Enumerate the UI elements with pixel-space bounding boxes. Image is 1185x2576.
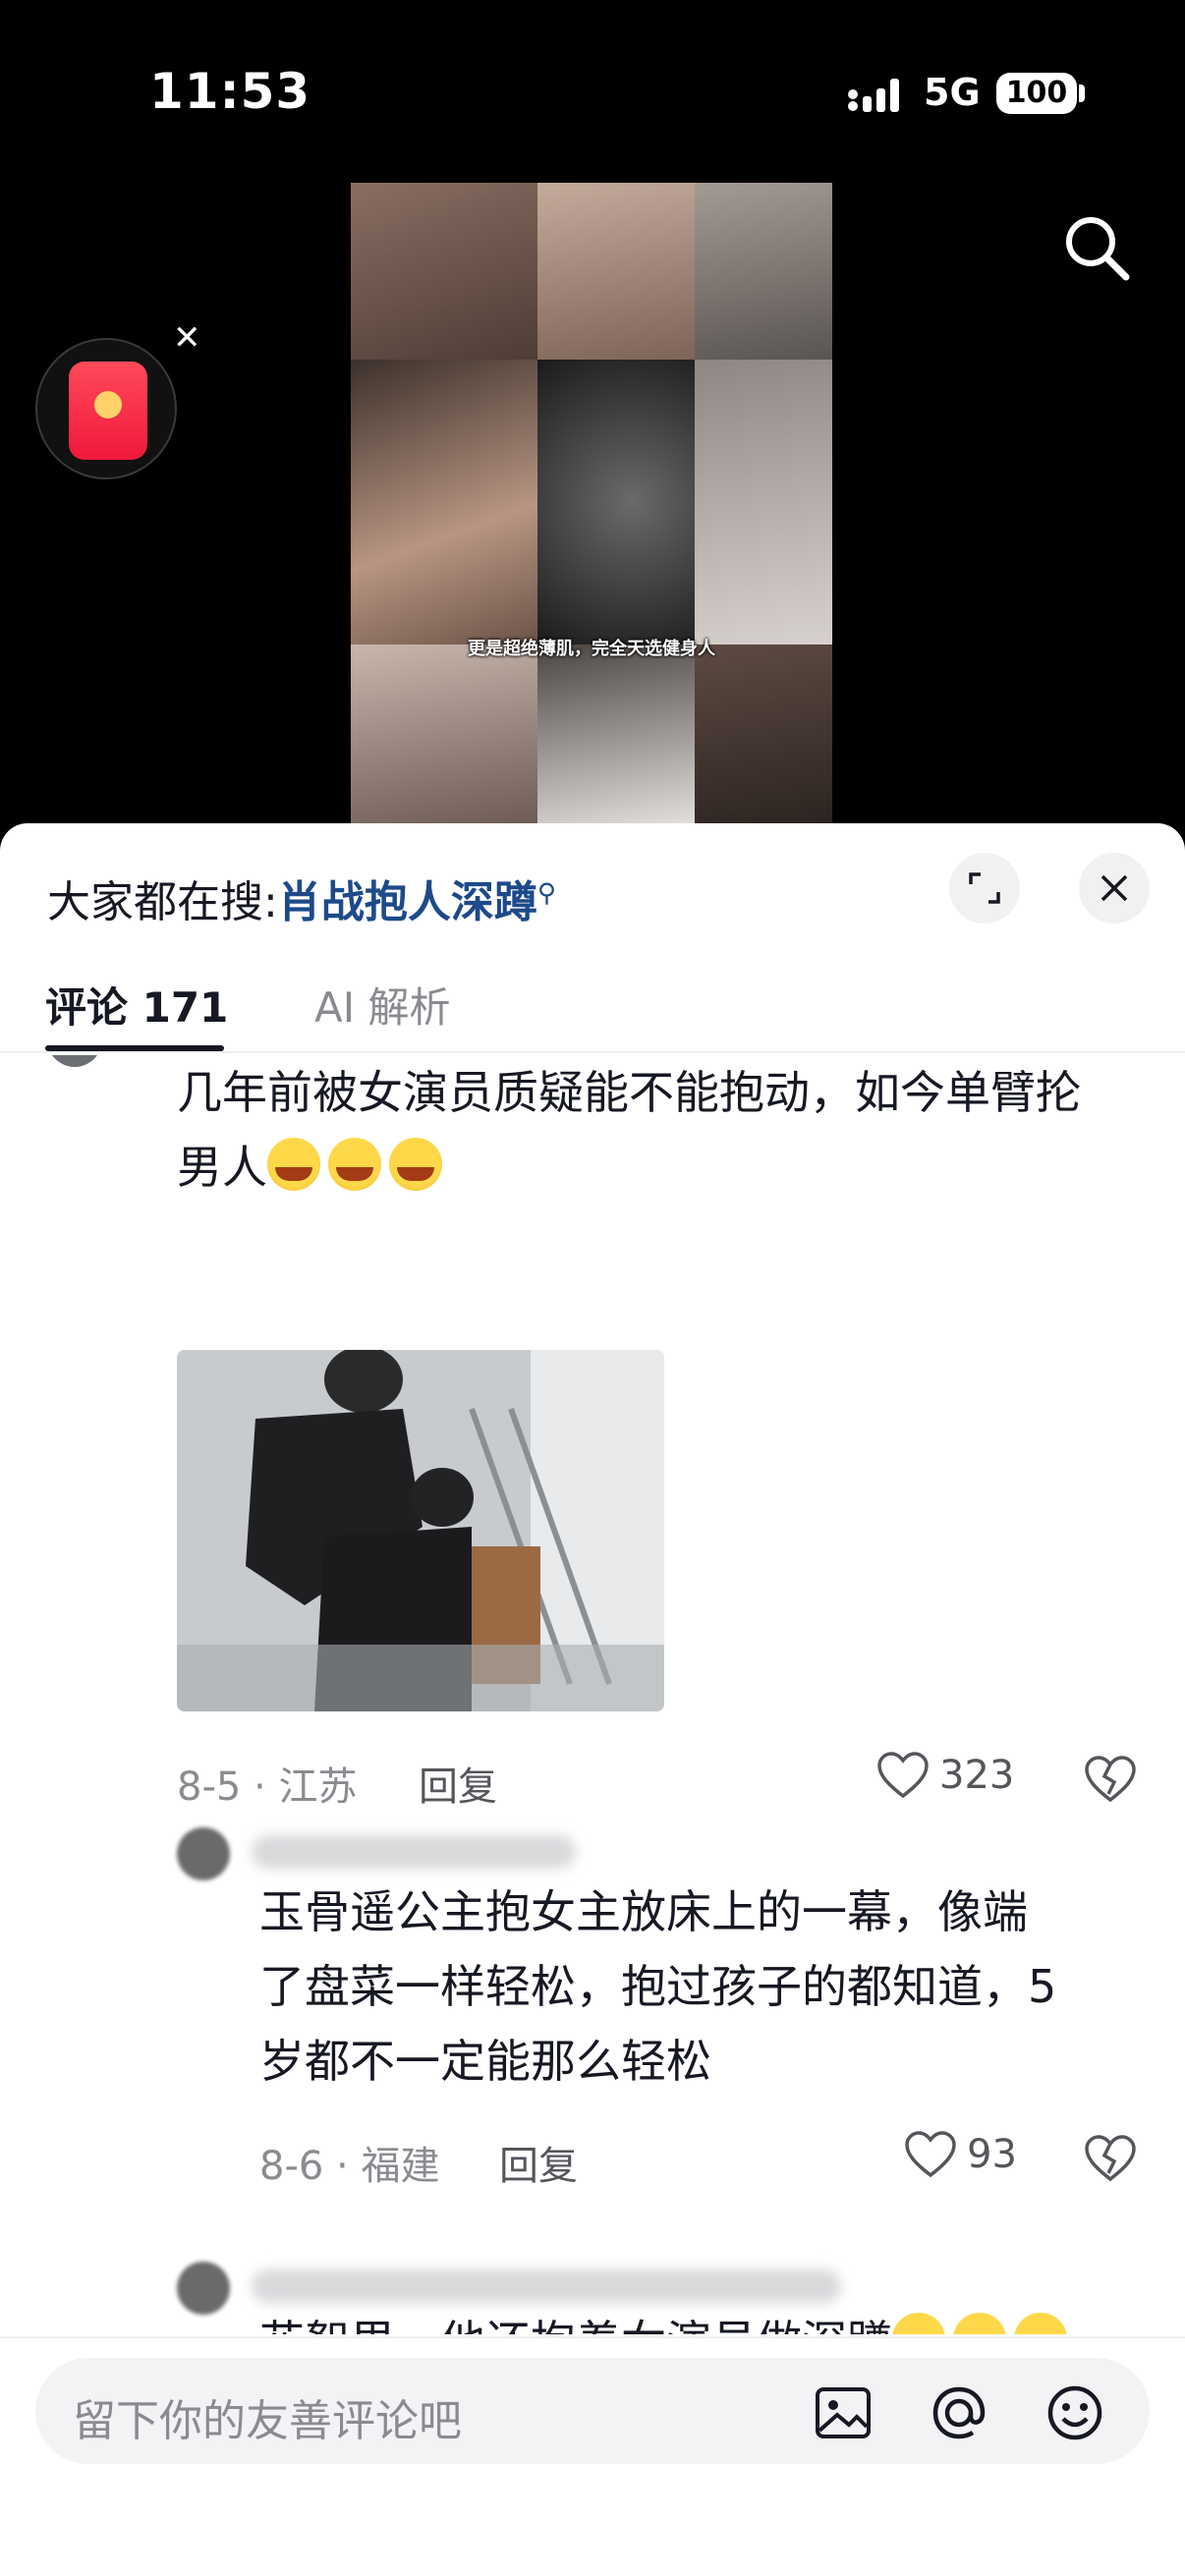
crying-laughing-emoji-icon (892, 2313, 945, 2334)
at-icon[interactable] (928, 2381, 990, 2444)
red-packet-button[interactable] (35, 338, 177, 479)
comment-line: 玉骨遥公主抱女主放床上的一幕，像端 (259, 1885, 1028, 1938)
comment-text: 花絮里，他还抱着女演员做深蹲 (259, 2305, 1144, 2334)
video-tile (695, 183, 832, 360)
comment-line: 岁都不一定能那么轻松 (259, 2035, 711, 2088)
reply-button[interactable]: 回复 (499, 2134, 578, 2191)
heart-icon (905, 2131, 956, 2178)
crying-laughing-emoji-icon (1014, 2313, 1067, 2334)
comment-body: 花絮里，他还抱着女演员做深蹲 (259, 2316, 892, 2334)
like-button[interactable]: 323 (876, 1751, 1014, 1800)
video-tile (537, 360, 695, 644)
status-bar: 11:53 5G 100 (0, 0, 1185, 177)
search-icon: ⚲ (536, 878, 556, 909)
comment-line: 了盘菜一样轻松，抱过孩子的都知道，5 (259, 1960, 1057, 2013)
comment-meta: 8-6 · 福建 (259, 2144, 440, 2189)
trending-search-prefix: 大家都在搜: (47, 877, 278, 927)
broken-heart-icon[interactable] (1085, 1755, 1136, 1804)
red-packet-coin (94, 391, 122, 419)
emoji-icon[interactable] (1044, 2381, 1106, 2444)
video-tile (351, 360, 537, 644)
trending-search[interactable]: 大家都在搜:肖战抱人深蹲⚲ (47, 867, 556, 929)
comment-list[interactable]: 几年前被女演员质疑能不能抱动，如今单臂抡男人 8-5 · 江苏 回复 323 玉… (0, 1055, 1185, 2334)
battery-tip (1079, 84, 1085, 102)
tab-ai-analysis[interactable]: AI 解析 (314, 975, 450, 1035)
network-type: 5G (924, 71, 981, 114)
tab-active-indicator (45, 1045, 224, 1051)
close-icon[interactable]: ✕ (173, 318, 201, 358)
video-tile (351, 644, 537, 823)
video-player[interactable]: 更是超绝薄肌，完全天选健身人 (351, 183, 832, 823)
battery-indicator: 100 (996, 73, 1077, 114)
video-tile (537, 644, 695, 823)
video-tile (695, 360, 832, 644)
reply-button[interactable]: 回复 (419, 1755, 497, 1812)
user-name[interactable] (252, 1835, 576, 1869)
signal-icon (848, 79, 899, 112)
broken-heart-icon[interactable] (1085, 2134, 1136, 2183)
avatar[interactable] (47, 1055, 102, 1067)
video-tile (695, 644, 832, 823)
crying-laughing-emoji-icon (328, 1138, 381, 1191)
comment-sheet: 大家都在搜:肖战抱人深蹲⚲ 评论 171 AI 解析 几年前被女演员质疑能不能抱… (0, 823, 1185, 2576)
comment-photo (177, 1350, 664, 1711)
avatar[interactable] (177, 2262, 230, 2315)
status-time: 11:53 (149, 63, 311, 120)
crying-laughing-emoji-icon (953, 2313, 1006, 2334)
comment-composer: 留下你的友善评论吧 (0, 2336, 1185, 2576)
comment-meta: 8-5 · 江苏 (177, 1764, 358, 1810)
comment-input-placeholder: 留下你的友善评论吧 (73, 2396, 462, 2446)
comment-text: 几年前被女演员质疑能不能抱动，如今单臂抡男人 (177, 1055, 1120, 1204)
expand-button[interactable] (949, 853, 1020, 924)
expand-icon (969, 872, 1000, 904)
comment-tabs: 评论 171 AI 解析 (0, 951, 1185, 1053)
comment-image[interactable] (177, 1350, 664, 1711)
video-tile (351, 183, 537, 360)
crying-laughing-emoji-icon (389, 1138, 442, 1191)
search-icon[interactable] (1057, 208, 1136, 287)
crying-laughing-emoji-icon (267, 1138, 320, 1191)
close-sheet-button[interactable] (1079, 853, 1150, 924)
trending-search-keyword[interactable]: 肖战抱人深蹲 (278, 877, 537, 927)
comment-input[interactable]: 留下你的友善评论吧 (35, 2358, 1150, 2464)
like-count: 323 (939, 1753, 1015, 1798)
video-tile (537, 183, 695, 360)
user-name[interactable] (252, 2269, 841, 2303)
like-button[interactable]: 93 (904, 2130, 1017, 2179)
tab-comments[interactable]: 评论 171 (45, 975, 228, 1035)
red-packet-icon (69, 362, 147, 460)
close-icon (1100, 874, 1128, 902)
video-caption: 更是超绝薄肌，完全天选健身人 (468, 639, 715, 659)
avatar[interactable] (177, 1827, 230, 1880)
like-count: 93 (967, 2132, 1017, 2177)
image-icon[interactable] (812, 2381, 875, 2444)
comment-text: 玉骨遥公主抱女主放床上的一幕，像端 了盘菜一样轻松，抱过孩子的都知道，5 岁都不… (259, 1875, 1144, 2099)
heart-icon (877, 1752, 929, 1799)
